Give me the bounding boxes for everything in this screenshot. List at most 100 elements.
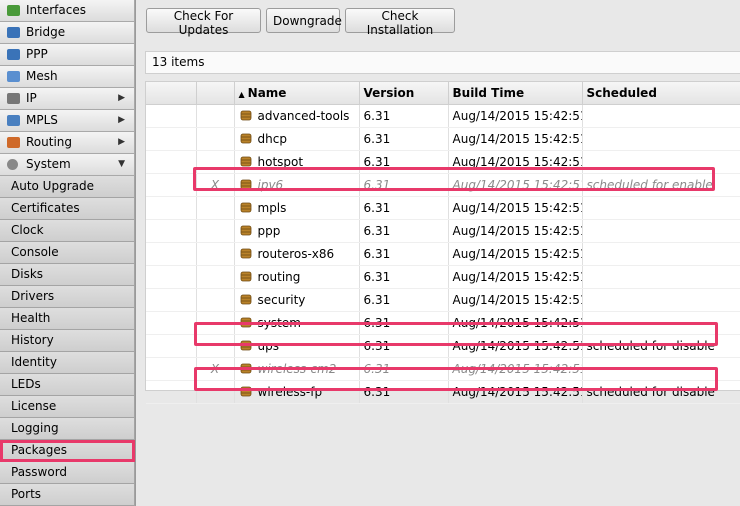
submenu-item-password[interactable]: Password xyxy=(0,462,135,484)
package-version: 6.31 xyxy=(359,380,449,404)
row-flag xyxy=(196,150,235,174)
package-scheduled xyxy=(582,104,740,128)
package-icon xyxy=(240,340,251,351)
sidebar-item-mpls[interactable]: MPLS ▶ xyxy=(0,110,135,132)
package-name-cell: hotspot xyxy=(234,150,360,174)
column-header-name[interactable]: ▲ Name xyxy=(234,82,360,105)
routing-icon xyxy=(7,137,20,148)
submenu-item-identity[interactable]: Identity xyxy=(0,352,135,374)
table-row[interactable]: wireless-fp 6.31 Aug/14/2015 15:42:51 sched… xyxy=(146,380,740,404)
table-row[interactable]: mpls 6.31 Aug/14/2015 15:42:51 xyxy=(146,196,740,220)
mpls-icon xyxy=(7,115,20,126)
row-blank-cell xyxy=(146,150,197,174)
column-header-flag[interactable] xyxy=(196,82,235,105)
downgrade-button[interactable]: Downgrade xyxy=(266,8,342,33)
package-name: routing xyxy=(257,270,301,284)
table-row[interactable]: dhcp 6.31 Aug/14/2015 15:42:51 xyxy=(146,127,740,151)
sidebar-item-ppp[interactable]: PPP xyxy=(0,44,135,66)
column-header-scheduled[interactable]: Scheduled xyxy=(582,82,740,105)
submenu-item-packages[interactable]: Packages xyxy=(0,440,135,462)
row-blank-cell xyxy=(146,219,197,243)
package-icon xyxy=(240,133,251,144)
submenu-item-certificates[interactable]: Certificates xyxy=(0,198,135,220)
table-header: ▲ Name Version Build Time Scheduled xyxy=(146,82,740,105)
package-icon xyxy=(240,294,251,305)
package-name-cell: dhcp xyxy=(234,127,360,151)
package-version: 6.31 xyxy=(359,334,449,358)
package-icon xyxy=(240,317,251,328)
package-version: 6.31 xyxy=(359,173,449,197)
package-version: 6.31 xyxy=(359,311,449,335)
submenu-item-license[interactable]: License xyxy=(0,396,135,418)
table-row[interactable]: ppp 6.31 Aug/14/2015 15:42:51 xyxy=(146,219,740,243)
submenu-item-auto-upgrade[interactable]: Auto Upgrade xyxy=(0,176,135,198)
check-for-updates-button[interactable]: Check For Updates xyxy=(146,8,261,37)
submenu-item-drivers[interactable]: Drivers xyxy=(0,286,135,308)
package-icon xyxy=(240,271,251,282)
ip-icon xyxy=(7,93,20,104)
sidebar-item-routing[interactable]: Routing ▶ xyxy=(0,132,135,154)
package-icon xyxy=(240,156,251,167)
table-row[interactable]: system 6.31 Aug/14/2015 15:42:51 xyxy=(146,311,740,335)
table-row[interactable]: routeros-x86 6.31 Aug/14/2015 15:42:51 xyxy=(146,242,740,266)
package-name: system xyxy=(257,316,301,330)
row-flag xyxy=(196,288,235,312)
table-row[interactable]: advanced-tools 6.31 Aug/14/2015 15:42:51 xyxy=(146,104,740,128)
row-blank-cell xyxy=(146,242,197,266)
table-row[interactable]: routing 6.31 Aug/14/2015 15:42:51 xyxy=(146,265,740,289)
submenu-item-history[interactable]: History xyxy=(0,330,135,352)
packages-table: ▲ Name Version Build Time Scheduled advan… xyxy=(145,81,740,404)
package-name: advanced-tools xyxy=(257,109,350,123)
sidebar-item-label: IP xyxy=(26,91,37,105)
package-name-cell: ipv6 xyxy=(234,173,360,197)
submenu-item-ports[interactable]: Ports xyxy=(0,484,135,506)
sidebar-item-ip[interactable]: IP ▶ xyxy=(0,88,135,110)
package-scheduled: scheduled for enable xyxy=(582,173,740,197)
package-version: 6.31 xyxy=(359,104,449,128)
sidebar-item-label: Interfaces xyxy=(26,3,86,17)
row-flag: X xyxy=(196,357,235,381)
package-version: 6.31 xyxy=(359,288,449,312)
submenu-item-clock[interactable]: Clock xyxy=(0,220,135,242)
submenu-item-disks[interactable]: Disks xyxy=(0,264,135,286)
row-blank-cell xyxy=(146,380,197,404)
package-scheduled xyxy=(582,219,740,243)
package-name-cell: security xyxy=(234,288,360,312)
sidebar-item-mesh[interactable]: Mesh xyxy=(0,66,135,88)
chevron-right-icon: ▶ xyxy=(118,137,125,147)
row-flag xyxy=(196,311,235,335)
table-row[interactable]: security 6.31 Aug/14/2015 15:42:51 xyxy=(146,288,740,312)
row-blank-cell xyxy=(146,173,197,197)
submenu-item-console[interactable]: Console xyxy=(0,242,135,264)
package-name-cell: ppp xyxy=(234,219,360,243)
sidebar-item-label: PPP xyxy=(26,47,48,61)
submenu-item-leds[interactable]: LEDs xyxy=(0,374,135,396)
submenu-item-logging[interactable]: Logging xyxy=(0,418,135,440)
sidebar-menu: Interfaces Bridge PPP Mesh IP ▶ MPLS ▶ Routing ▶ S… xyxy=(0,0,136,506)
package-name-cell: wireless-cm2 xyxy=(234,357,360,381)
package-name: wireless-fp xyxy=(257,385,323,399)
package-name-cell: routeros-x86 xyxy=(234,242,360,266)
package-name: security xyxy=(257,293,306,307)
sidebar-item-system[interactable]: System ▼ xyxy=(0,154,135,176)
sidebar-item-bridge[interactable]: Bridge xyxy=(0,22,135,44)
package-scheduled: scheduled for disable xyxy=(582,334,740,358)
sidebar-item-interfaces[interactable]: Interfaces xyxy=(0,0,135,22)
table-row[interactable]: Xwireless-cm2 6.31 Aug/14/2015 15:42:51 xyxy=(146,357,740,381)
package-scheduled xyxy=(582,150,740,174)
table-row[interactable]: ups 6.31 Aug/14/2015 15:42:51 scheduled for… xyxy=(146,334,740,358)
package-version: 6.31 xyxy=(359,357,449,381)
column-header-blank[interactable] xyxy=(146,82,197,105)
column-header-build-time[interactable]: Build Time xyxy=(448,82,583,105)
check-installation-button[interactable]: Check Installation xyxy=(345,8,455,37)
package-icon xyxy=(240,248,251,259)
row-flag xyxy=(196,219,235,243)
table-row[interactable]: Xipv6 6.31 Aug/14/2015 15:42:51 scheduled f… xyxy=(146,173,740,197)
system-submenu: Auto Upgrade Certificates Clock Console Disk… xyxy=(0,176,135,506)
package-build-time: Aug/14/2015 15:42:51 xyxy=(448,334,583,358)
chevron-right-icon: ▶ xyxy=(118,93,125,103)
table-row[interactable]: hotspot 6.31 Aug/14/2015 15:42:51 xyxy=(146,150,740,174)
column-header-version[interactable]: Version xyxy=(359,82,449,105)
submenu-item-health[interactable]: Health xyxy=(0,308,135,330)
package-name: mpls xyxy=(257,201,287,215)
